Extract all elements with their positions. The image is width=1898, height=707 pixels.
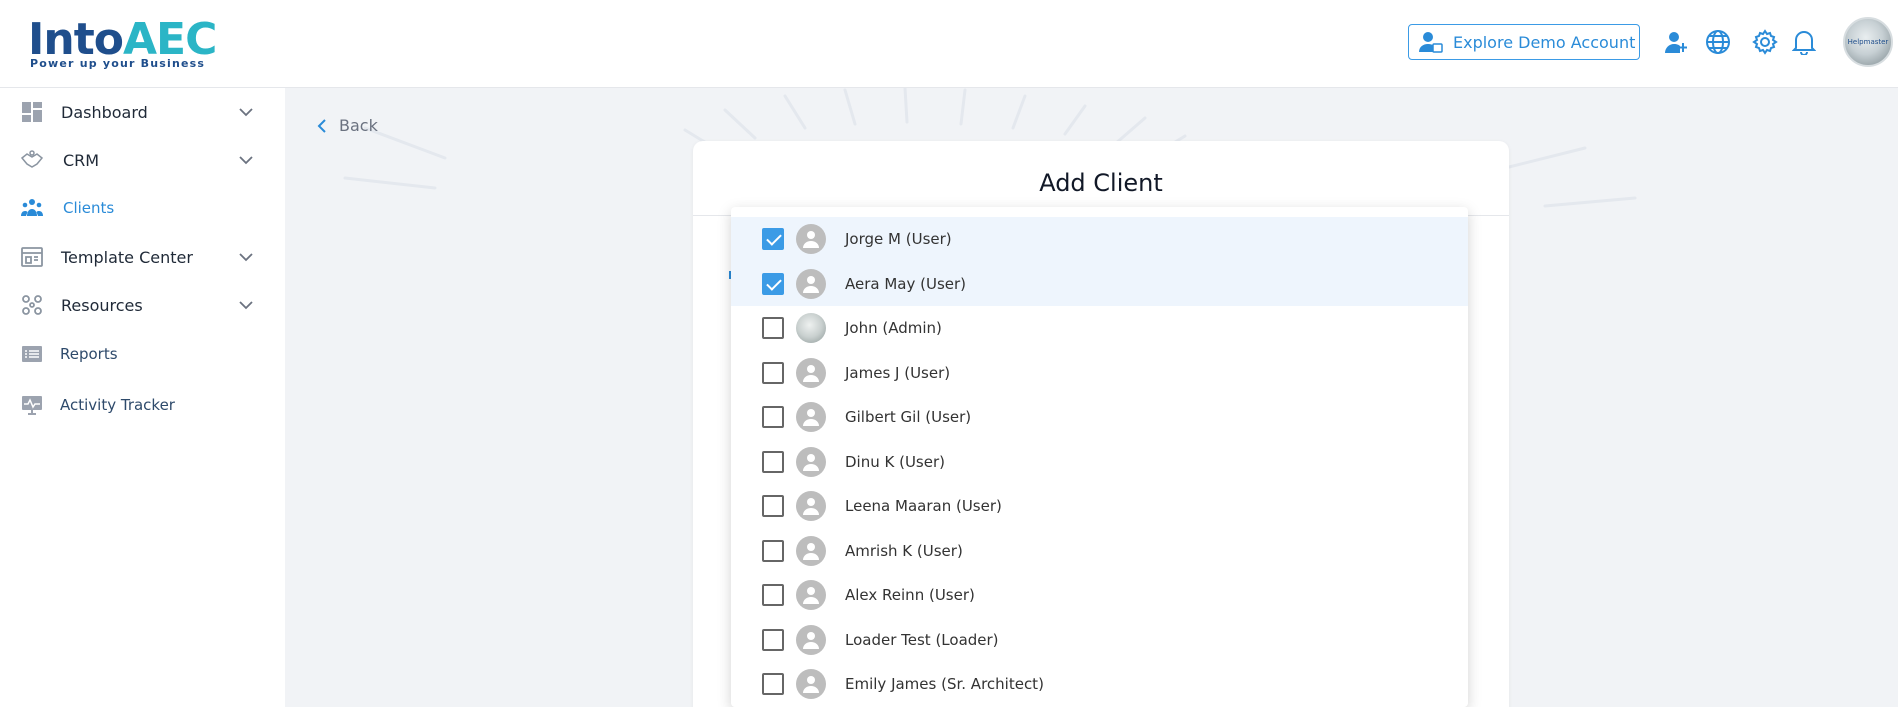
dropdown-option[interactable]: Gilbert Gil (User) [731, 395, 1468, 440]
chevron-left-icon [317, 118, 326, 133]
option-label: Alex Reinn (User) [845, 586, 975, 605]
checkbox-unchecked[interactable] [762, 317, 784, 340]
default-avatar-icon [796, 402, 826, 433]
crm-handshake-icon [20, 150, 44, 168]
sidebar-item-label: CRM [63, 150, 100, 170]
notification-bell-icon[interactable] [1790, 28, 1818, 56]
option-label: James J (User) [845, 363, 951, 382]
top-header: IntoAEC Power up your Business Explore D… [0, 0, 1898, 88]
activity-monitor-icon [22, 396, 42, 415]
sidebar-item-activity-tracker[interactable]: Activity Tracker [0, 383, 285, 427]
sidebar-item-label: Template Center [61, 247, 193, 267]
default-avatar-icon [796, 669, 826, 700]
checkbox-unchecked[interactable] [762, 628, 784, 651]
resources-icon [22, 295, 42, 315]
user-avatar-text: Helpmaster [1847, 38, 1889, 46]
chevron-down-icon [239, 156, 253, 165]
template-icon [21, 247, 43, 267]
option-label: Loader Test (Loader) [845, 630, 999, 649]
user-multiselect-dropdown[interactable]: Jorge M (User) Aera May (User) John (Adm… [731, 207, 1468, 707]
logo-tagline: Power up your Business [30, 57, 206, 70]
sidebar-item-label: Activity Tracker [60, 396, 175, 414]
default-avatar-icon [796, 580, 826, 611]
back-label: Back [339, 116, 378, 135]
option-label: Leena Maaran (User) [845, 497, 1002, 516]
default-avatar-icon [796, 357, 826, 388]
dropdown-option[interactable]: Amrish K (User) [731, 529, 1468, 574]
intoaec-logo[interactable]: IntoAEC Power up your Business [28, 6, 218, 74]
checkbox-unchecked[interactable] [762, 539, 784, 562]
default-avatar-icon [796, 535, 826, 566]
clients-group-icon [21, 199, 43, 216]
option-label: Aera May (User) [845, 274, 967, 293]
sidebar-item-label: Dashboard [61, 102, 148, 122]
default-avatar-icon [796, 268, 826, 299]
checkbox-unchecked[interactable] [762, 406, 784, 429]
user-avatar[interactable]: Helpmaster [1843, 17, 1893, 67]
dropdown-option[interactable]: Aera May (User) [731, 261, 1468, 306]
dropdown-option[interactable]: James J (User) [731, 351, 1468, 396]
dropdown-option[interactable]: Leena Maaran (User) [731, 484, 1468, 529]
chevron-down-icon [239, 108, 253, 117]
checkbox-unchecked[interactable] [762, 673, 784, 696]
sidebar-item-crm[interactable]: CRM [0, 138, 285, 182]
dropdown-option[interactable]: Loader Test (Loader) [731, 618, 1468, 663]
checkbox-unchecked[interactable] [762, 450, 784, 473]
sidebar-item-resources[interactable]: Resources [0, 283, 285, 327]
default-avatar-icon [796, 491, 826, 522]
checkbox-unchecked[interactable] [762, 584, 784, 607]
option-label: Emily James (Sr. Architect) [845, 675, 1044, 694]
chevron-down-icon [239, 253, 253, 262]
dropdown-option[interactable]: Emily James (Sr. Architect) [731, 662, 1468, 707]
option-label: Gilbert Gil (User) [845, 408, 972, 427]
sidebar-item-dashboard[interactable]: Dashboard [0, 90, 285, 134]
sidebar-item-template-center[interactable]: Template Center [0, 235, 285, 279]
checkbox-checked[interactable] [762, 272, 784, 295]
dropdown-option[interactable]: Dinu K (User) [731, 440, 1468, 485]
dropdown-option[interactable]: John (Admin) [731, 306, 1468, 351]
checkbox-unchecked[interactable] [762, 361, 784, 384]
sidebar-item-label: Reports [60, 345, 118, 363]
default-avatar-icon [796, 224, 826, 255]
page-title: Add Client [1039, 169, 1163, 197]
back-link[interactable]: Back [317, 116, 378, 135]
sidebar-item-label: Resources [61, 295, 143, 315]
demo-user-icon [1419, 32, 1443, 53]
sidebar-item-reports[interactable]: Reports [0, 332, 285, 376]
default-avatar-icon [796, 624, 826, 655]
checkbox-unchecked[interactable] [762, 495, 784, 518]
main-content: Back Add Client Jorge M (User) Aera May … [285, 88, 1898, 707]
profile-photo-avatar [796, 313, 826, 344]
globe-icon[interactable] [1704, 28, 1732, 56]
dropdown-option[interactable]: Jorge M (User) [731, 217, 1468, 262]
option-label: John (Admin) [845, 319, 942, 338]
sidebar-item-label: Clients [63, 199, 115, 217]
option-label: Dinu K (User) [845, 452, 945, 471]
checkbox-checked[interactable] [762, 228, 784, 251]
dropdown-option[interactable]: Alex Reinn (User) [731, 573, 1468, 618]
explore-demo-account-label: Explore Demo Account [1453, 32, 1636, 52]
reports-list-icon [22, 346, 42, 362]
default-avatar-icon [796, 446, 826, 477]
add-user-icon[interactable] [1662, 28, 1690, 56]
settings-gear-icon[interactable] [1751, 28, 1779, 56]
chevron-down-icon [239, 301, 253, 310]
sidebar-item-clients[interactable]: Clients [0, 186, 285, 230]
explore-demo-account-button[interactable]: Explore Demo Account [1408, 24, 1640, 60]
option-label: Amrish K (User) [845, 541, 963, 560]
sidebar: Dashboard CRM Clients Template Center Re… [0, 88, 285, 707]
option-label: Jorge M (User) [845, 230, 952, 249]
dashboard-icon [22, 102, 42, 122]
